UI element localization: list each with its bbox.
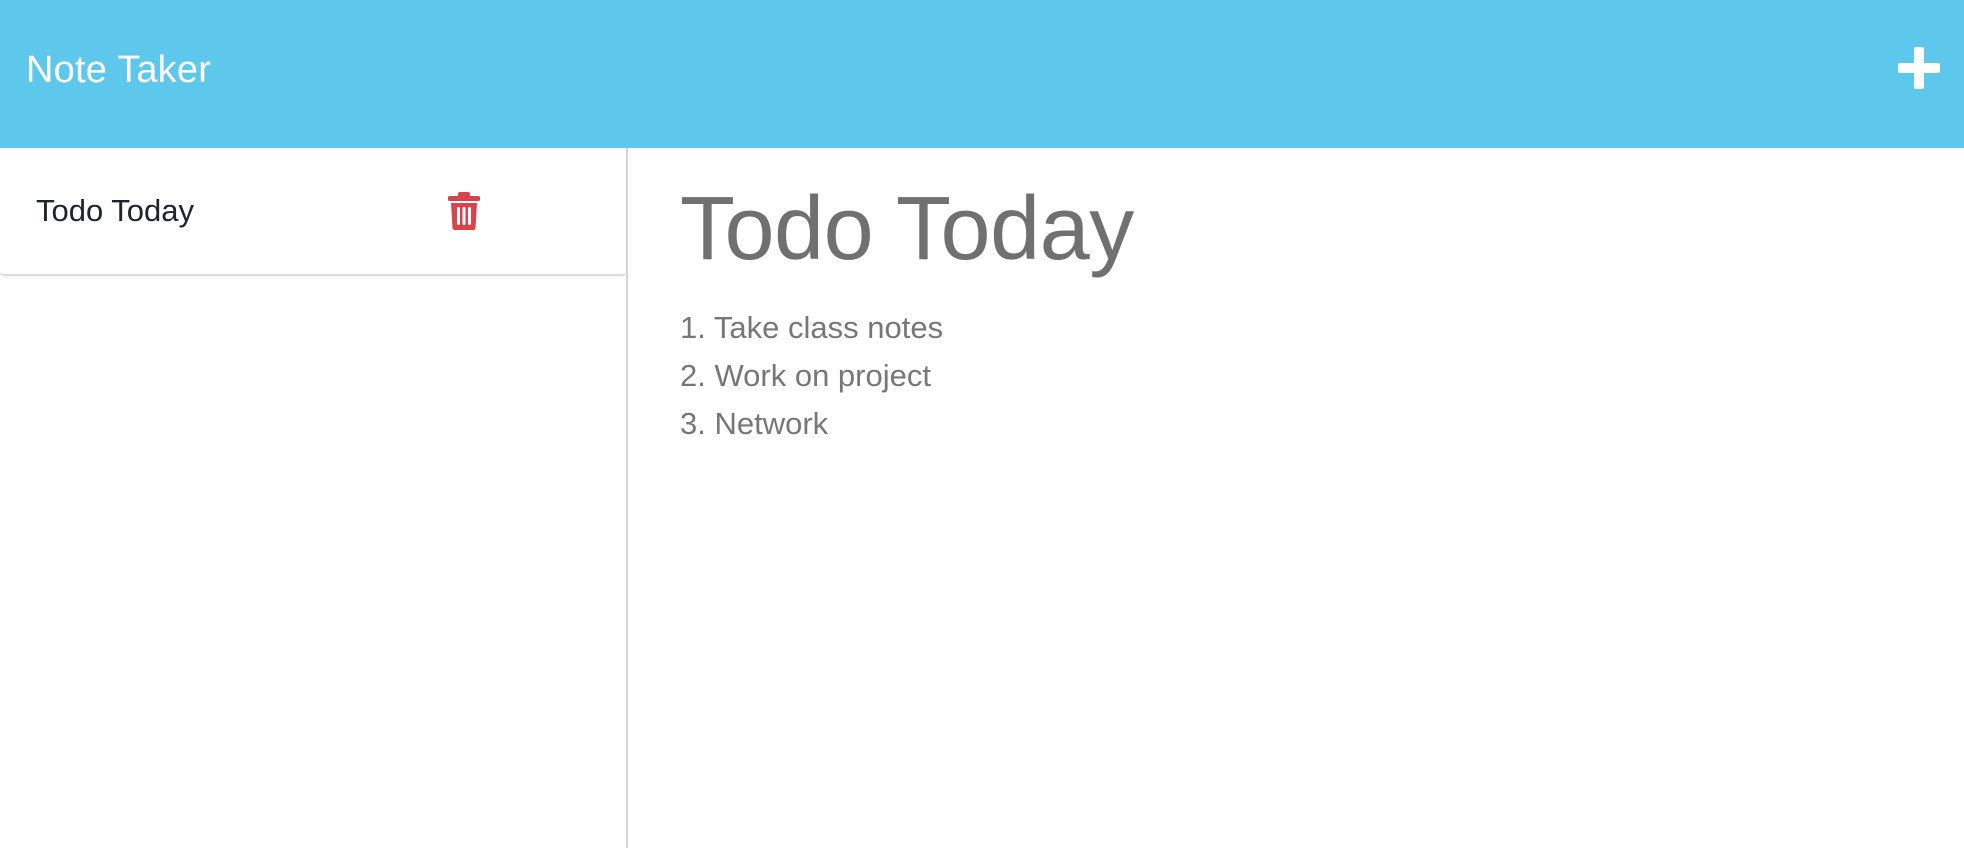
trash-icon bbox=[448, 192, 480, 230]
note-text-line: 3. Network bbox=[680, 406, 829, 441]
new-note-button[interactable] bbox=[1896, 45, 1942, 91]
note-text-line: 2. Work on project bbox=[680, 358, 931, 393]
app-title[interactable]: Note Taker bbox=[26, 47, 211, 93]
note-title-input[interactable]: Todo Today bbox=[680, 174, 1880, 284]
navbar: Note Taker bbox=[0, 0, 1964, 148]
note-list-item[interactable]: Todo Today bbox=[0, 148, 626, 276]
note-editor: Todo Today 1. Take class notes 2. Work o… bbox=[630, 148, 1964, 848]
note-text-line: 1. Take class notes bbox=[680, 310, 944, 345]
delete-note-button[interactable] bbox=[446, 191, 482, 231]
plus-icon bbox=[1898, 47, 1940, 89]
note-list-item-title[interactable]: Todo Today bbox=[36, 192, 194, 230]
note-text-area[interactable]: 1. Take class notes 2. Work on project 3… bbox=[680, 304, 1880, 448]
note-list: Todo Today bbox=[0, 148, 628, 848]
